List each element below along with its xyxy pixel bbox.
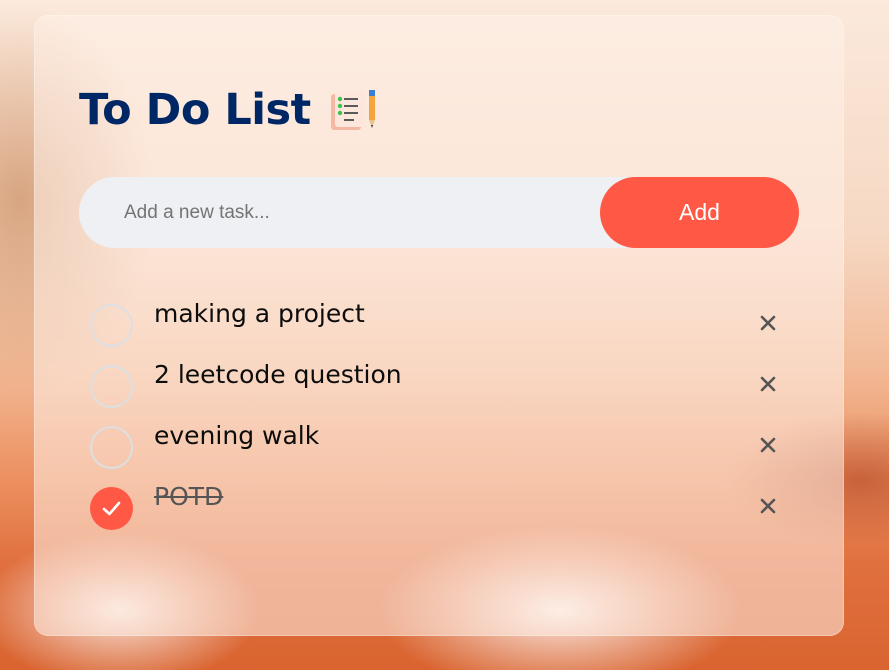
task-item[interactable]: 2 leetcode question (90, 356, 790, 417)
remove-task-button[interactable] (754, 492, 782, 520)
task-checkbox[interactable] (90, 426, 133, 469)
close-icon (760, 376, 776, 392)
close-icon (760, 498, 776, 514)
remove-task-button[interactable] (754, 309, 782, 337)
add-button[interactable]: Add (600, 177, 799, 248)
remove-task-button[interactable] (754, 370, 782, 398)
task-checkbox[interactable] (90, 304, 133, 347)
task-item-completed[interactable]: POTD (90, 478, 790, 539)
checklist-notepad-pencil-icon (330, 90, 375, 130)
task-text: 2 leetcode question (154, 360, 402, 389)
task-list: making a project 2 leetcode question eve… (90, 295, 790, 539)
add-task-form: Add (79, 177, 799, 248)
page-title: To Do List (79, 85, 311, 135)
task-input[interactable] (79, 177, 599, 248)
task-checkbox-checked[interactable] (90, 487, 133, 530)
task-item[interactable]: making a project (90, 295, 790, 356)
close-icon (760, 315, 776, 331)
task-text: POTD (154, 482, 224, 511)
remove-task-button[interactable] (754, 431, 782, 459)
task-checkbox[interactable] (90, 365, 133, 408)
title-row: To Do List (79, 82, 379, 138)
task-text: making a project (154, 299, 365, 328)
checkmark-icon (102, 501, 121, 516)
task-text: evening walk (154, 421, 320, 450)
task-item[interactable]: evening walk (90, 417, 790, 478)
close-icon (760, 437, 776, 453)
